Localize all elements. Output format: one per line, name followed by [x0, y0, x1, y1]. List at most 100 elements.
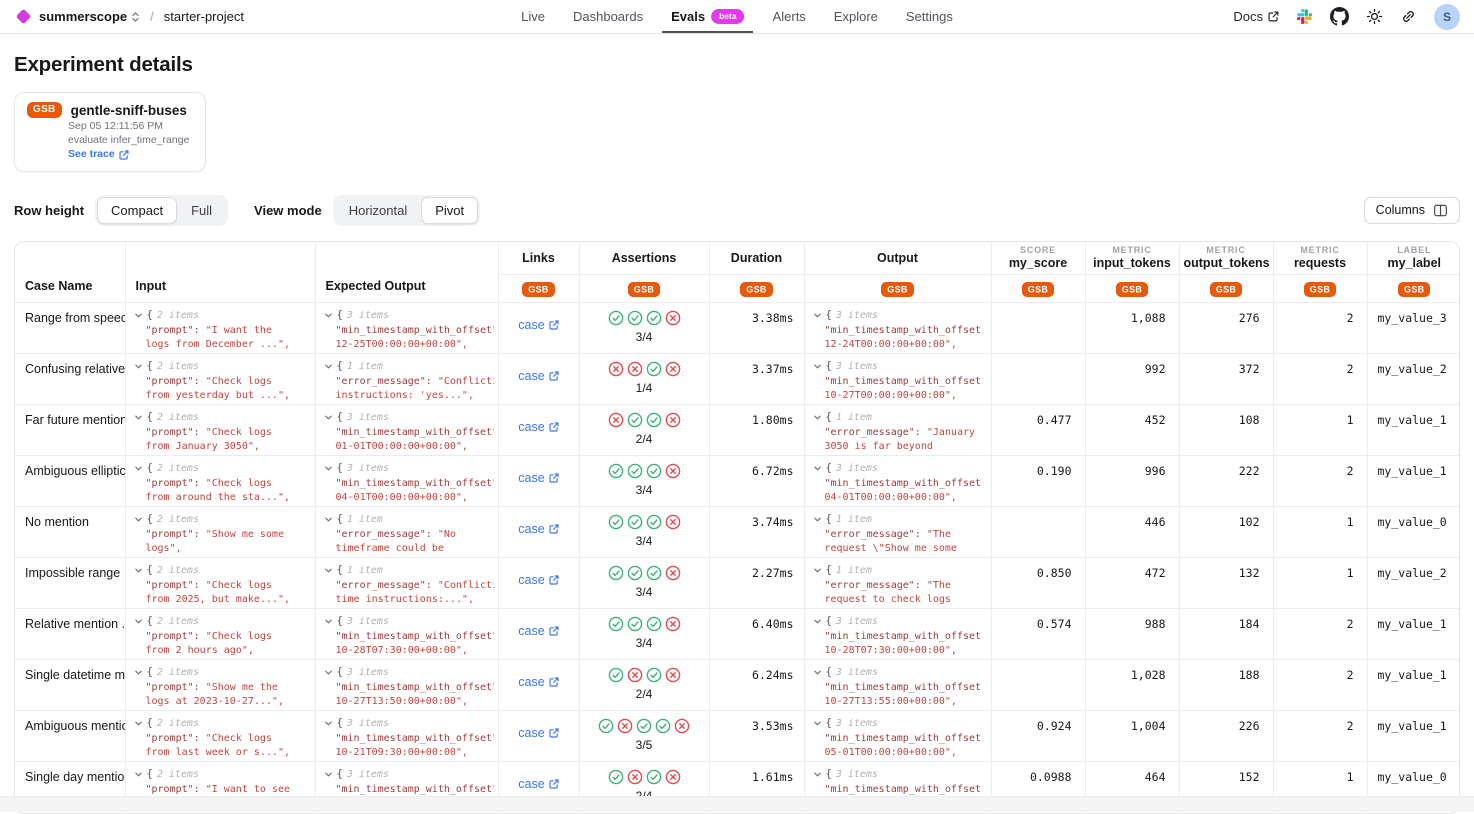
input-cell: {2 items"prompt": "Check logsfrom around… [125, 456, 315, 507]
columns-button[interactable]: Columns [1364, 197, 1460, 224]
output-tokens-cell: 372 [1179, 354, 1273, 405]
chevron-down-icon[interactable] [134, 617, 143, 626]
json-brace: { [826, 768, 832, 780]
output-cell: {3 items"min_timestamp_with_offset05-01T… [804, 711, 991, 762]
main-content: Experiment details GSB gentle-sniff-buse… [0, 53, 1474, 814]
assertion-fail-icon [627, 667, 643, 683]
chevron-down-icon[interactable] [813, 719, 822, 728]
chevron-down-icon[interactable] [134, 719, 143, 728]
row-height-compact-button[interactable]: Compact [97, 197, 177, 224]
assertions-cell: 3/4 [579, 609, 709, 660]
case-link[interactable]: case [518, 675, 558, 689]
duration-experiment-badge-cell: GSB [709, 275, 804, 303]
external-link-icon [549, 626, 559, 636]
chevron-down-icon[interactable] [324, 617, 333, 626]
chevron-down-icon[interactable] [134, 413, 143, 422]
case-link[interactable]: case [518, 624, 558, 638]
assertions-cell: 2/4 [579, 405, 709, 456]
tab-dashboards[interactable]: Dashboards [564, 0, 652, 33]
chevron-down-icon[interactable] [813, 668, 822, 677]
score-cell: 0.924 [991, 711, 1085, 762]
case-link[interactable]: case [518, 318, 558, 332]
chevron-down-icon[interactable] [134, 566, 143, 575]
chevron-down-icon[interactable] [813, 464, 822, 473]
chevron-down-icon[interactable] [134, 362, 143, 371]
chevron-down-icon[interactable] [813, 770, 822, 779]
chevron-down-icon[interactable] [134, 464, 143, 473]
duration-cell: 3.38ms [709, 303, 804, 354]
chevron-down-icon[interactable] [324, 668, 333, 677]
table-row: Ambiguous mention{2 items"prompt": "Chec… [15, 711, 1460, 762]
chevron-down-icon[interactable] [134, 311, 143, 320]
input-tokens-cell: 452 [1085, 405, 1179, 456]
assertion-pass-icon [608, 769, 624, 785]
chevron-down-icon[interactable] [324, 566, 333, 575]
tab-settings[interactable]: Settings [897, 0, 962, 33]
requests-cell: 1 [1273, 405, 1367, 456]
chevron-down-icon[interactable] [813, 311, 822, 320]
assertion-pass-icon [608, 463, 624, 479]
output-cell: {3 items"min_timestamp_with_offset10-27T… [804, 354, 991, 405]
chevron-down-icon[interactable] [324, 719, 333, 728]
chevron-down-icon[interactable] [324, 311, 333, 320]
expected-output-cell: {3 items"min_timestamp_with_offset"10-27… [315, 660, 498, 711]
chevron-down-icon[interactable] [813, 566, 822, 575]
case-link[interactable]: case [518, 573, 558, 587]
json-brace: { [147, 564, 153, 576]
case-link[interactable]: case [518, 420, 558, 434]
tab-live[interactable]: Live [512, 0, 554, 33]
chevron-down-icon[interactable] [324, 770, 333, 779]
chevron-down-icon[interactable] [324, 464, 333, 473]
chevron-down-icon[interactable] [324, 413, 333, 422]
chevron-down-icon[interactable] [813, 617, 822, 626]
label-cell: my_value_1 [1367, 609, 1460, 660]
view-mode-horizontal-button[interactable]: Horizontal [335, 197, 422, 224]
chevron-down-icon[interactable] [134, 770, 143, 779]
json-brace: { [826, 717, 832, 729]
chevron-down-icon[interactable] [324, 515, 333, 524]
case-link[interactable]: case [518, 369, 558, 383]
json-brace: { [337, 615, 343, 627]
assertion-pass-icon [627, 565, 643, 581]
tab-alerts[interactable]: Alerts [764, 0, 815, 33]
chevron-down-icon[interactable] [813, 515, 822, 524]
json-item-count: 1 item [836, 565, 872, 576]
case-link[interactable]: case [518, 726, 558, 740]
chevron-down-icon[interactable] [813, 362, 822, 371]
logo-diamond-icon [16, 9, 32, 25]
chevron-down-icon[interactable] [813, 413, 822, 422]
case-link[interactable]: case [518, 471, 558, 485]
chevron-down-icon[interactable] [134, 515, 143, 524]
assertion-pass-icon [646, 616, 662, 632]
avatar[interactable]: S [1434, 4, 1460, 30]
slack-icon[interactable] [1296, 8, 1313, 25]
json-item-count: 2 items [157, 310, 199, 321]
theme-toggle-icon[interactable] [1366, 8, 1383, 25]
table-row: Ambiguous elliptic...{2 items"prompt": "… [15, 456, 1460, 507]
tab-explore[interactable]: Explore [825, 0, 887, 33]
assertion-pass-icon [627, 616, 643, 632]
json-item-count: 3 items [347, 667, 389, 678]
results-table: Case Name Input Expected Output Links As… [14, 241, 1460, 814]
chevron-down-icon[interactable] [324, 362, 333, 371]
chevron-down-icon[interactable] [134, 668, 143, 677]
docs-link[interactable]: Docs [1233, 9, 1279, 24]
link-icon[interactable] [1400, 8, 1417, 25]
case-link[interactable]: case [518, 777, 558, 791]
org-name: summerscope [39, 9, 127, 24]
json-item-count: 3 items [836, 463, 878, 474]
org-switcher[interactable]: summerscope [39, 9, 140, 24]
row-height-full-button[interactable]: Full [177, 197, 226, 224]
view-mode-pivot-button[interactable]: Pivot [421, 197, 478, 224]
experiment-badge: GSB [1022, 282, 1054, 297]
main-nav: Live Dashboards Evals beta Alerts Explor… [512, 0, 962, 33]
experiment-badge: GSB [1116, 282, 1148, 297]
assertions-cell: 3/4 [579, 558, 709, 609]
horizontal-scrollbar[interactable] [0, 796, 1474, 812]
see-trace-link[interactable]: See trace [68, 148, 129, 162]
case-link[interactable]: case [518, 522, 558, 536]
output-tokens-experiment-badge-cell: GSB [1179, 275, 1273, 303]
column-header-my-score: SCOREmy_score [991, 242, 1085, 275]
tab-evals[interactable]: Evals beta [662, 0, 753, 33]
github-icon[interactable] [1330, 7, 1349, 26]
